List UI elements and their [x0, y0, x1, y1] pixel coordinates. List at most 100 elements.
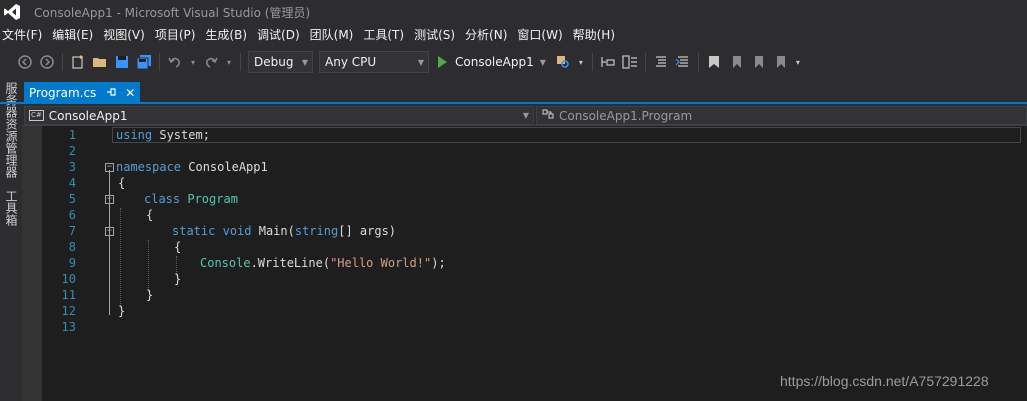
visual-studio-logo-icon	[0, 0, 24, 24]
menu-project[interactable]: 项目(P)	[153, 24, 204, 46]
standard-toolbar: ▾ ▾ Debug ▼ Any CPU ▼ ConsoleApp1 ▼ ▾ ▾	[0, 46, 1027, 78]
pin-icon[interactable]	[106, 87, 116, 100]
line-number: 1	[68, 128, 76, 142]
line-number: 3	[68, 160, 76, 174]
toolbar-separator	[644, 53, 646, 71]
clear-bookmarks-icon[interactable]	[772, 54, 788, 70]
current-line-highlight	[112, 127, 1021, 143]
navigate-back-icon[interactable]	[17, 54, 33, 70]
code-text: {	[118, 176, 126, 190]
chevron-down-icon: ▼	[301, 57, 308, 67]
undo-dropdown-icon[interactable]: ▾	[189, 54, 197, 70]
code-line: 1 using System;	[22, 127, 1027, 143]
code-text: namespace ConsoleApp1	[116, 160, 268, 174]
csharp-project-icon: C#	[29, 110, 44, 121]
class-dropdown[interactable]: ConsoleApp1.Program	[536, 106, 1027, 125]
bookmark-icon[interactable]	[706, 54, 722, 70]
new-project-icon[interactable]	[70, 54, 86, 70]
line-number: 10	[61, 272, 76, 286]
toolbar-separator	[591, 53, 593, 71]
code-line: 3 − namespace ConsoleApp1	[22, 159, 1027, 175]
toolbox-tab[interactable]: 工具箱	[3, 190, 20, 226]
menu-build[interactable]: 生成(B)	[203, 24, 255, 46]
line-number: 4	[68, 176, 76, 190]
save-all-icon[interactable]	[136, 54, 152, 70]
code-editor[interactable]: 1 using System; 2 3 − namespace ConsoleA…	[22, 126, 1027, 401]
project-dropdown-value: ConsoleApp1	[48, 108, 128, 123]
collapse-icon[interactable]: −	[105, 227, 114, 236]
menu-debug[interactable]: 调试(D)	[255, 24, 308, 46]
line-number: 11	[61, 288, 76, 302]
project-dropdown[interactable]: C# ConsoleApp1 ▼	[24, 106, 534, 125]
code-line: 8 {	[22, 239, 1027, 255]
menu-team[interactable]: 团队(M)	[308, 24, 362, 46]
menu-file[interactable]: 文件(F)	[0, 24, 50, 46]
watermark-url: https://blog.csdn.net/A757291228	[780, 373, 989, 389]
step-into-icon[interactable]	[600, 54, 616, 70]
line-number: 5	[68, 192, 76, 206]
toolbar-separator	[240, 53, 241, 71]
comment-lines-icon[interactable]	[653, 54, 669, 70]
line-number: 8	[68, 240, 76, 254]
chevron-down-icon: ▼	[522, 111, 529, 120]
open-folder-icon[interactable]	[92, 54, 108, 70]
tab-label: Program.cs	[29, 86, 97, 100]
solution-explorer-icon[interactable]	[622, 54, 638, 70]
code-line: 12 }	[22, 303, 1027, 319]
previous-bookmark-icon[interactable]	[728, 54, 744, 70]
menu-test[interactable]: 测试(S)	[412, 24, 463, 46]
redo-dropdown-icon[interactable]: ▾	[225, 54, 233, 70]
play-icon	[438, 56, 447, 68]
title-bar: ConsoleApp1 - Microsoft Visual Studio (管…	[0, 0, 1027, 24]
code-line: 9 Console.WriteLine("Hello World!");	[22, 255, 1027, 271]
code-line: 5 − class Program	[22, 191, 1027, 207]
code-text: {	[174, 240, 182, 254]
chevron-down-icon[interactable]: ▼	[540, 58, 546, 67]
solution-configuration-select[interactable]: Debug ▼	[248, 51, 313, 73]
line-number: 2	[68, 144, 76, 158]
toolbar-separator	[159, 53, 160, 71]
close-icon[interactable]: ✕	[125, 86, 135, 100]
class-dropdown-value: ConsoleApp1.Program	[559, 108, 693, 123]
code-line: 13	[22, 319, 1027, 335]
find-in-files-icon[interactable]	[555, 54, 571, 70]
code-text: }	[146, 288, 154, 302]
start-debugging-button[interactable]: ConsoleApp1 ▼	[438, 55, 546, 69]
code-line: 7 − static void Main(string[] args)	[22, 223, 1027, 239]
solution-platform-value: Any CPU	[325, 55, 377, 69]
toolbar-overflow-icon[interactable]: ▾	[577, 54, 585, 70]
collapse-icon[interactable]: −	[105, 195, 114, 204]
code-line: 11 }	[22, 287, 1027, 303]
menu-view[interactable]: 视图(V)	[101, 24, 153, 46]
menu-edit[interactable]: 编辑(E)	[50, 24, 101, 46]
collapse-icon[interactable]: −	[105, 163, 114, 172]
line-number: 13	[61, 320, 76, 334]
menu-tools[interactable]: 工具(T)	[361, 24, 412, 46]
solution-platform-select[interactable]: Any CPU ▼	[319, 51, 429, 73]
tab-program-cs[interactable]: Program.cs ✕	[24, 82, 140, 104]
class-icon	[541, 108, 555, 123]
menu-window[interactable]: 窗口(W)	[515, 24, 570, 46]
code-text: Console.WriteLine("Hello World!");	[200, 256, 446, 270]
line-number: 6	[68, 208, 76, 222]
code-text: static void Main(string[] args)	[172, 224, 397, 238]
save-icon[interactable]	[114, 54, 130, 70]
line-number: 9	[68, 256, 76, 270]
code-line: 4 {	[22, 175, 1027, 191]
code-line: 2	[22, 143, 1027, 159]
redo-icon[interactable]	[203, 54, 219, 70]
code-text: class Program	[144, 192, 238, 206]
navigate-forward-icon[interactable]	[39, 54, 55, 70]
menu-help[interactable]: 帮助(H)	[571, 24, 623, 46]
next-bookmark-icon[interactable]	[750, 54, 766, 70]
toolbar-separator	[62, 53, 63, 71]
server-explorer-tab[interactable]: 服务器资源管理器	[3, 82, 20, 178]
document-tab-strip: Program.cs ✕	[22, 78, 1027, 104]
menu-bar: 文件(F) 编辑(E) 视图(V) 项目(P) 生成(B) 调试(D) 团队(M…	[0, 24, 1027, 46]
start-debugging-label: ConsoleApp1	[455, 55, 534, 69]
undo-icon[interactable]	[167, 54, 183, 70]
uncomment-lines-icon[interactable]	[675, 54, 691, 70]
menu-analyze[interactable]: 分析(N)	[463, 24, 515, 46]
toolbar-overflow-icon[interactable]: ▾	[794, 54, 802, 70]
code-text: using System;	[116, 128, 210, 142]
